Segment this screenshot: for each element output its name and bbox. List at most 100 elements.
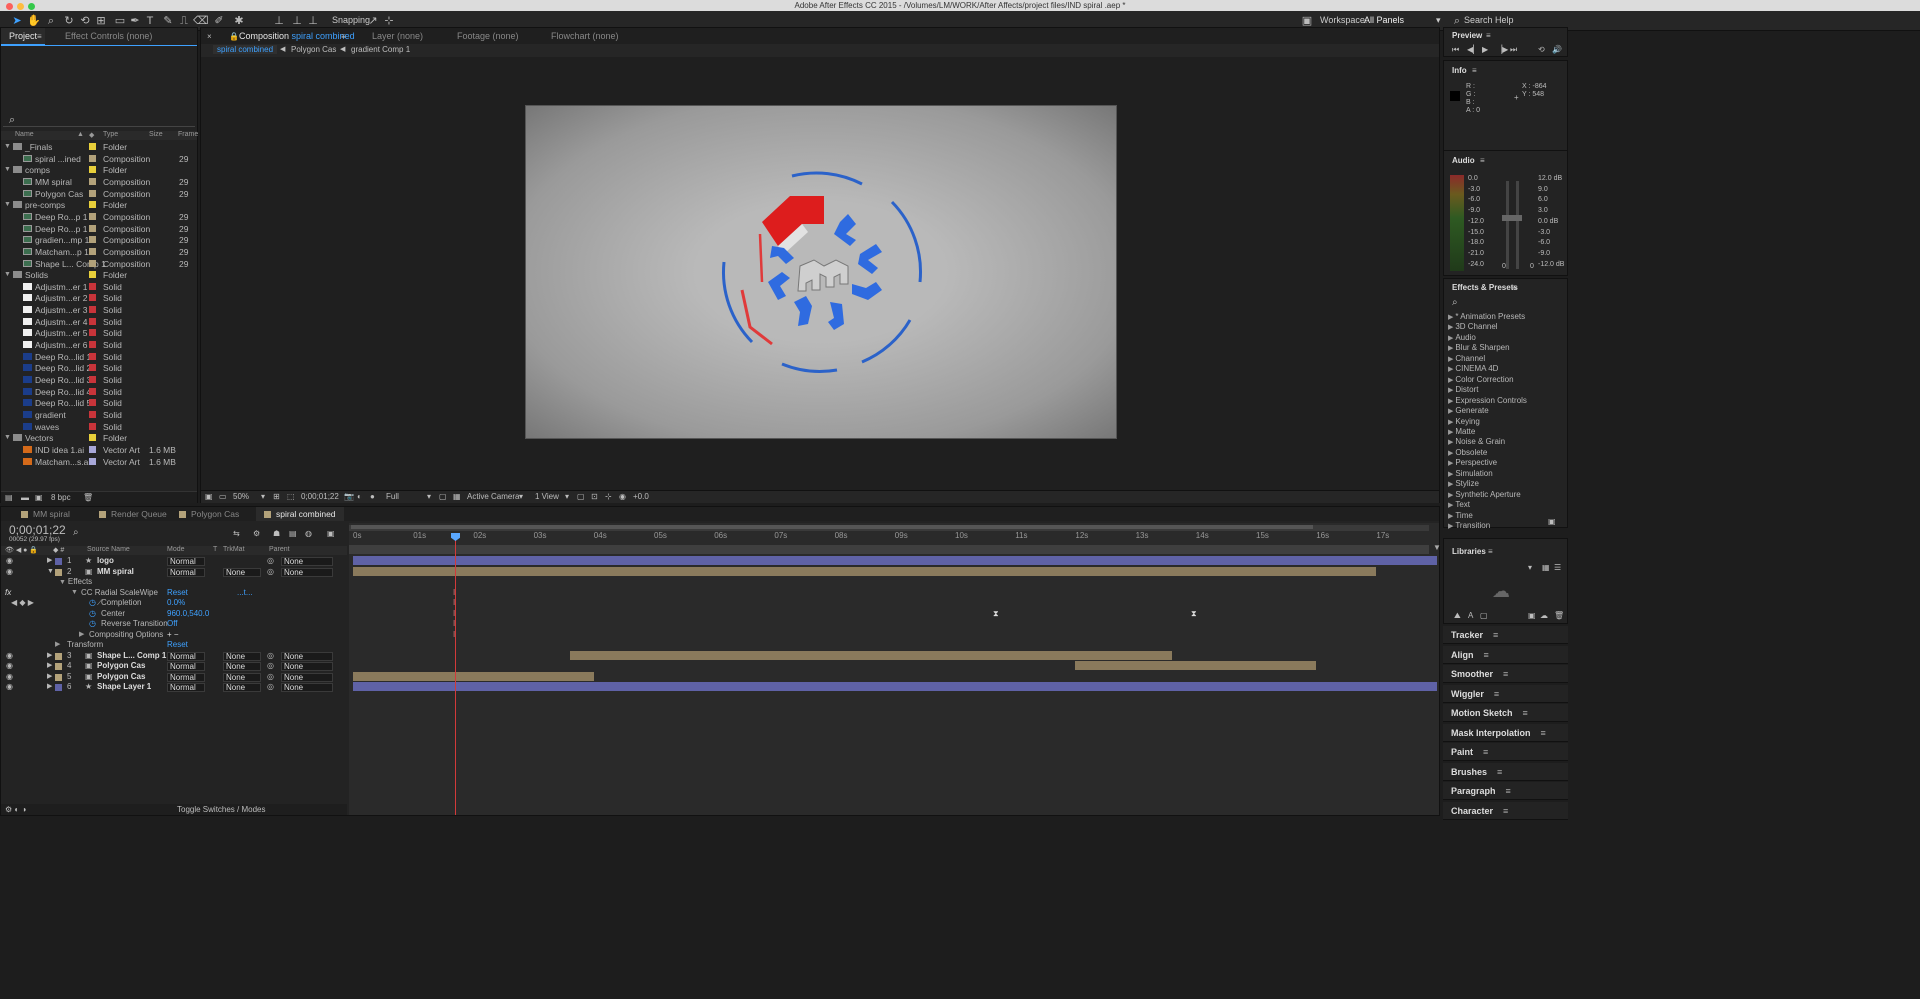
audio-slider-handle[interactable] — [1502, 215, 1512, 221]
layer-label-swatch[interactable] — [55, 673, 62, 681]
expand-triangle-icon[interactable]: ▶ — [47, 661, 52, 672]
column-size[interactable]: Size — [149, 131, 163, 138]
region-of-interest-icon[interactable]: ▢ — [439, 492, 447, 501]
keyframe-marker-icon[interactable]: ⧗ — [993, 609, 999, 619]
clone-stamp-icon[interactable]: ⎍ — [177, 14, 191, 28]
frame-blending-icon[interactable]: ▤ — [289, 529, 297, 538]
expand-triangle-icon[interactable]: ▼ — [4, 432, 11, 444]
axis-local-icon[interactable]: ⊥ — [272, 14, 286, 28]
keyframe-navigator-icon[interactable]: ◀ ◆ ▶ — [11, 598, 34, 609]
draft-3d-icon[interactable]: ⚙ — [253, 529, 260, 538]
layer-row[interactable]: ◉ ▼ 2 ▣ MM spiral Normal None ◎ None — [1, 567, 347, 578]
close-window-icon[interactable] — [6, 3, 13, 10]
timeline-tab[interactable]: MM spiral — [13, 507, 78, 521]
layer-duration-bar[interactable] — [1075, 661, 1317, 670]
search-help-input[interactable]: Search Help — [1464, 15, 1514, 25]
label-swatch[interactable] — [89, 445, 96, 453]
chevron-down-icon[interactable]: ▾ — [1436, 15, 1441, 26]
parent-dropdown[interactable]: None — [281, 672, 333, 682]
panel-menu-icon[interactable]: ≡ — [1488, 547, 1493, 556]
project-item[interactable]: Deep Ro...lid 5 Solid — [1, 397, 197, 409]
panel-menu-icon[interactable]: ≡ — [1523, 708, 1528, 718]
panel-menu-icon[interactable]: ≡ — [1472, 66, 1477, 75]
fx-icon[interactable]: fx — [5, 588, 11, 599]
label-swatch[interactable] — [89, 434, 96, 442]
panel-header-smoother[interactable]: Smoother ≡ — [1443, 665, 1568, 683]
effects-group[interactable]: ▼ Effects — [59, 577, 92, 588]
label-swatch[interactable] — [89, 247, 96, 255]
trkmat-dropdown[interactable]: None — [223, 662, 261, 671]
graph-editor-icon[interactable]: ▣ — [327, 529, 335, 538]
search-icon[interactable]: ⌕ — [1450, 14, 1464, 28]
panel-header-paragraph[interactable]: Paragraph ≡ — [1443, 782, 1568, 800]
column-type[interactable]: Type — [103, 131, 118, 138]
project-item[interactable]: Deep Ro...p 1 Composition 29 — [1, 211, 197, 223]
panel-header-brushes[interactable]: Brushes ≡ — [1443, 762, 1568, 781]
label-swatch[interactable] — [89, 410, 96, 418]
reset-exposure-icon[interactable]: ◉ — [619, 492, 626, 501]
expand-triangle-icon[interactable]: ▼ — [59, 579, 68, 586]
puppet-pin-icon[interactable]: ✱ — [232, 14, 246, 28]
shy-layers-icon[interactable]: ☗ — [273, 529, 280, 538]
label-swatch[interactable] — [89, 294, 96, 302]
bpc-button[interactable]: 8 bpc — [51, 493, 71, 502]
project-item[interactable]: Adjustm...er 4 Solid — [1, 316, 197, 328]
new-preset-icon[interactable]: ▣ — [1548, 517, 1556, 526]
parent-dropdown[interactable]: None — [281, 662, 333, 671]
panel-menu-icon[interactable]: ≡ — [1497, 767, 1502, 777]
label-swatch[interactable] — [89, 212, 96, 220]
time-navigator[interactable] — [349, 545, 1429, 554]
tab-layer[interactable]: Layer (none) — [364, 28, 431, 45]
chevron-down-icon[interactable]: ▾ — [261, 492, 265, 501]
label-swatch[interactable] — [89, 329, 96, 337]
panel-header-character[interactable]: Character ≡ — [1443, 801, 1568, 820]
project-item[interactable]: MM spiral Composition 29 — [1, 176, 197, 188]
av-features-icon[interactable]: 👁 ◀ ● 🔒 — [5, 546, 38, 554]
panel-menu-icon[interactable]: ≡ — [1493, 630, 1498, 640]
pick-whip-icon[interactable]: ◎ — [267, 682, 274, 693]
add-text-icon[interactable]: A — [1468, 611, 1473, 620]
composition-canvas[interactable] — [525, 105, 1117, 439]
channel-icon[interactable]: ● — [370, 492, 375, 501]
project-item[interactable]: ▼ Vectors Folder — [1, 432, 197, 444]
layer-duration-bar[interactable] — [353, 682, 1437, 691]
project-item[interactable]: gradient Solid — [1, 409, 197, 421]
project-item[interactable]: waves Solid — [1, 421, 197, 433]
previous-frame-icon[interactable]: ◀▏ — [1467, 45, 1479, 54]
label-swatch[interactable] — [89, 236, 96, 244]
chevron-down-icon[interactable]: ▾ — [565, 492, 569, 501]
label-column-icon[interactable]: ◆ # — [53, 546, 64, 554]
project-item[interactable]: ▼ _Finals Folder — [1, 141, 197, 153]
timeline-search-icon[interactable]: ⌕ — [73, 527, 79, 538]
exposure-value[interactable]: +0.0 — [633, 492, 649, 501]
compositing-options-add-remove[interactable]: + − — [167, 630, 179, 641]
transparency-grid-icon[interactable]: ▦ — [453, 492, 461, 501]
audio-slider-handle[interactable] — [1512, 215, 1522, 221]
layer-row[interactable]: ◉ ▶ 6 ★ Shape Layer 1 Normal None ◎ None — [1, 682, 347, 693]
panel-menu-icon[interactable]: ≡ — [1486, 31, 1491, 40]
label-swatch[interactable] — [89, 143, 96, 150]
column-source-name[interactable]: Source Name — [87, 546, 130, 553]
parent-dropdown[interactable]: None — [281, 683, 333, 692]
project-item[interactable]: gradien...mp 1 Composition 29 — [1, 234, 197, 246]
rotate-tool-icon[interactable]: ↻ — [62, 14, 76, 28]
layer-row[interactable]: ◉ ▶ 1 ★ logo Normal ◎ None — [1, 556, 347, 567]
tab-flowchart[interactable]: Flowchart (none) — [543, 28, 627, 45]
project-item[interactable]: Adjustm...er 2 Solid — [1, 292, 197, 304]
parent-dropdown[interactable]: None — [281, 651, 333, 661]
panel-menu-icon[interactable]: ≡ — [1494, 689, 1499, 699]
column-parent[interactable]: Parent — [269, 546, 290, 553]
property-row[interactable]: ◷ Reverse Transition Off — [5, 619, 345, 630]
eye-visibility-icon[interactable]: ◉ — [6, 672, 13, 683]
panel-menu-icon[interactable]: ≡ — [341, 32, 346, 41]
trkmat-dropdown[interactable]: None — [223, 567, 261, 577]
interpret-footage-icon[interactable]: ▤ — [5, 493, 13, 502]
roto-brush-icon[interactable]: ✐ — [212, 14, 226, 28]
label-swatch[interactable] — [89, 364, 96, 372]
panel-menu-icon[interactable]: ≡ — [37, 32, 42, 41]
first-frame-icon[interactable]: ⏮ — [1452, 45, 1459, 55]
delete-icon[interactable]: 🗑 — [83, 493, 93, 502]
layer-duration-bar[interactable] — [353, 556, 1437, 565]
tab-effect-controls[interactable]: Effect Controls (none) — [57, 28, 160, 45]
flowchart-icon[interactable]: ⊹ — [605, 492, 612, 501]
